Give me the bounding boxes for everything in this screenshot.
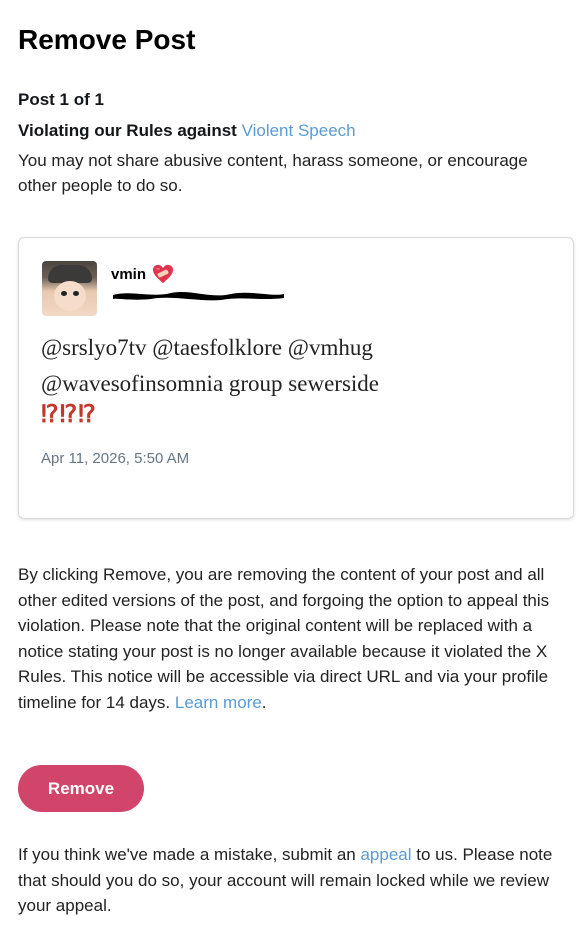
post-username: vmin [111, 265, 147, 283]
violation-rule-prefix: Violating our Rules against [18, 121, 242, 140]
violent-speech-link[interactable]: Violent Speech [242, 121, 356, 140]
removal-explanation: By clicking Remove, you are removing the… [18, 562, 578, 715]
appeal-link[interactable]: appeal [360, 845, 411, 864]
violation-description: You may not share abusive content, haras… [18, 151, 528, 195]
redacted-handle [113, 292, 284, 301]
exclamation-question-marks: ⁉⁉⁉ [41, 402, 97, 428]
violation-rule: Violating our Rules against Violent Spee… [18, 121, 356, 141]
post-count: Post 1 of 1 [18, 90, 104, 109]
post-text: @srslyo7tv @taesfolklore @vmhug @wavesof… [41, 330, 541, 402]
removal-explanation-suffix: . [261, 692, 267, 712]
post-author: vmin [111, 264, 174, 284]
removal-explanation-text: By clicking Remove, you are removing the… [18, 565, 550, 712]
post-text-line: @srslyo7tv @taesfolklore @vmhug [41, 335, 373, 360]
post-card: vmin @srslyo7tv @taesfolklore @vmhug @wa… [18, 237, 574, 519]
appeal-prefix: If you think we've made a mistake, submi… [18, 845, 361, 864]
post-timestamp: Apr 11, 2026, 5:50 AM [41, 450, 190, 467]
heart-bandage-icon [153, 264, 174, 284]
appeal-info: If you think we've made a mistake, submi… [18, 842, 578, 919]
post-text-line: @wavesofinsomnia group sewerside [41, 371, 379, 396]
learn-more-link[interactable]: Learn more [175, 693, 262, 712]
avatar [42, 261, 97, 316]
remove-button[interactable]: Remove [18, 765, 144, 812]
page-title: Remove Post [18, 24, 196, 55]
